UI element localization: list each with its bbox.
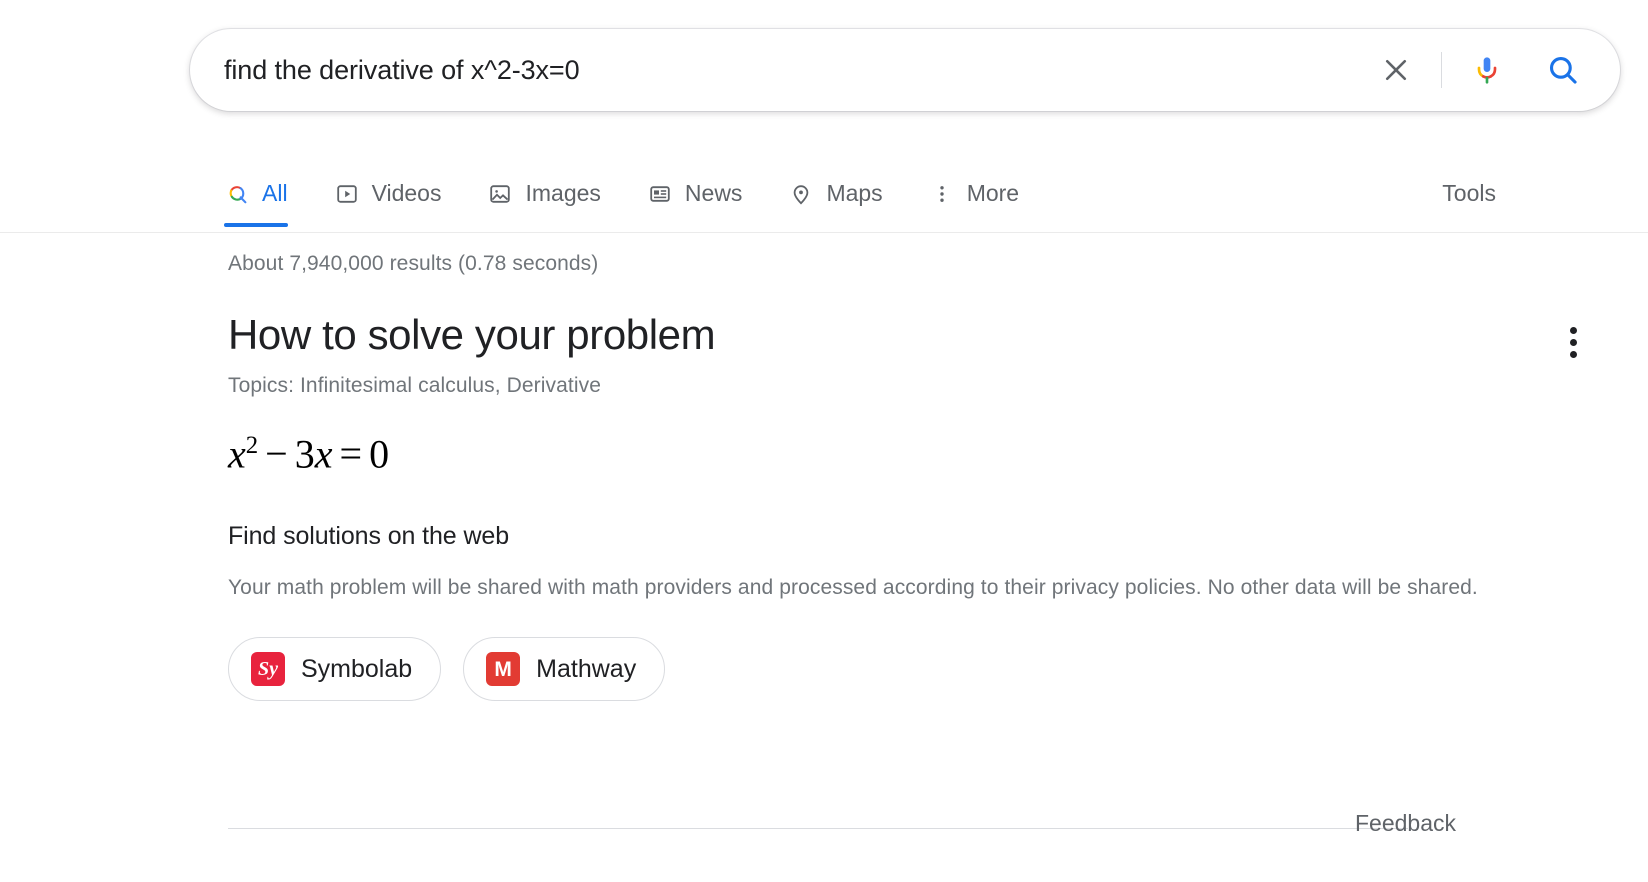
page-title: How to solve your problem bbox=[228, 310, 1548, 360]
symbolab-logo-icon: Sy bbox=[251, 652, 285, 686]
equation-variable: x bbox=[315, 431, 333, 476]
image-icon bbox=[487, 181, 513, 207]
equation-exponent: 2 bbox=[246, 432, 258, 459]
dot bbox=[1570, 351, 1577, 358]
provider-chips: Sy Symbolab M Mathway bbox=[228, 637, 1548, 701]
search-bar-divider bbox=[1441, 52, 1442, 88]
tab-label: All bbox=[262, 180, 288, 207]
tab-label: News bbox=[685, 180, 743, 207]
provider-label: Symbolab bbox=[301, 655, 412, 684]
search-input[interactable] bbox=[224, 50, 1373, 90]
video-icon bbox=[334, 181, 360, 207]
close-icon[interactable] bbox=[1373, 47, 1419, 93]
footer: Feedback bbox=[228, 828, 1548, 868]
math-equation: x2−3x=0 bbox=[228, 432, 1548, 476]
divider bbox=[228, 828, 1408, 829]
tab-label: Videos bbox=[372, 180, 442, 207]
search-nav-bar: All Videos bbox=[0, 160, 1648, 233]
dot bbox=[1570, 327, 1577, 334]
answer-header: How to solve your problem bbox=[228, 310, 1548, 360]
results-container: About 7,940,000 results (0.78 seconds) H… bbox=[228, 232, 1548, 701]
provider-chip-mathway[interactable]: M Mathway bbox=[463, 637, 665, 701]
tab-maps[interactable]: Maps bbox=[788, 160, 882, 227]
provider-label: Mathway bbox=[536, 655, 636, 684]
equation-minus: − bbox=[265, 431, 288, 476]
tab-more[interactable]: More bbox=[929, 160, 1019, 227]
google-search-icon bbox=[224, 181, 250, 207]
more-vertical-icon bbox=[929, 181, 955, 207]
section-title: Find solutions on the web bbox=[228, 522, 1548, 551]
tab-news[interactable]: News bbox=[647, 160, 743, 227]
topics-line: Topics: Infinitesimal calculus, Derivati… bbox=[228, 374, 1548, 398]
tools-button[interactable]: Tools bbox=[1442, 160, 1496, 227]
tab-label: More bbox=[967, 180, 1019, 207]
search-icon[interactable] bbox=[1540, 47, 1586, 93]
result-stats: About 7,940,000 results (0.78 seconds) bbox=[228, 252, 1548, 276]
microphone-icon[interactable] bbox=[1464, 47, 1510, 93]
news-icon bbox=[647, 181, 673, 207]
tab-images[interactable]: Images bbox=[487, 160, 600, 227]
tab-label: Maps bbox=[826, 180, 882, 207]
search-results-page: All Videos bbox=[0, 0, 1648, 882]
mathway-logo-icon: M bbox=[486, 652, 520, 686]
more-options-icon[interactable] bbox=[1553, 322, 1593, 362]
tab-videos[interactable]: Videos bbox=[334, 160, 442, 227]
map-pin-icon bbox=[788, 181, 814, 207]
tab-label: Images bbox=[525, 180, 600, 207]
privacy-disclaimer: Your math problem will be shared with ma… bbox=[228, 573, 1498, 603]
equation-base: x bbox=[228, 431, 246, 476]
search-nav-tabs: All Videos bbox=[224, 160, 1065, 232]
feedback-link[interactable]: Feedback bbox=[1355, 810, 1456, 837]
search-bar[interactable] bbox=[190, 29, 1620, 111]
tools-label: Tools bbox=[1442, 180, 1496, 207]
equation-coefficient: 3 bbox=[295, 431, 315, 476]
search-bar-container bbox=[190, 29, 1620, 111]
tab-all[interactable]: All bbox=[224, 160, 288, 227]
equation-result: 0 bbox=[369, 431, 389, 476]
dot bbox=[1570, 339, 1577, 346]
equation-equals: = bbox=[340, 431, 363, 476]
provider-chip-symbolab[interactable]: Sy Symbolab bbox=[228, 637, 441, 701]
